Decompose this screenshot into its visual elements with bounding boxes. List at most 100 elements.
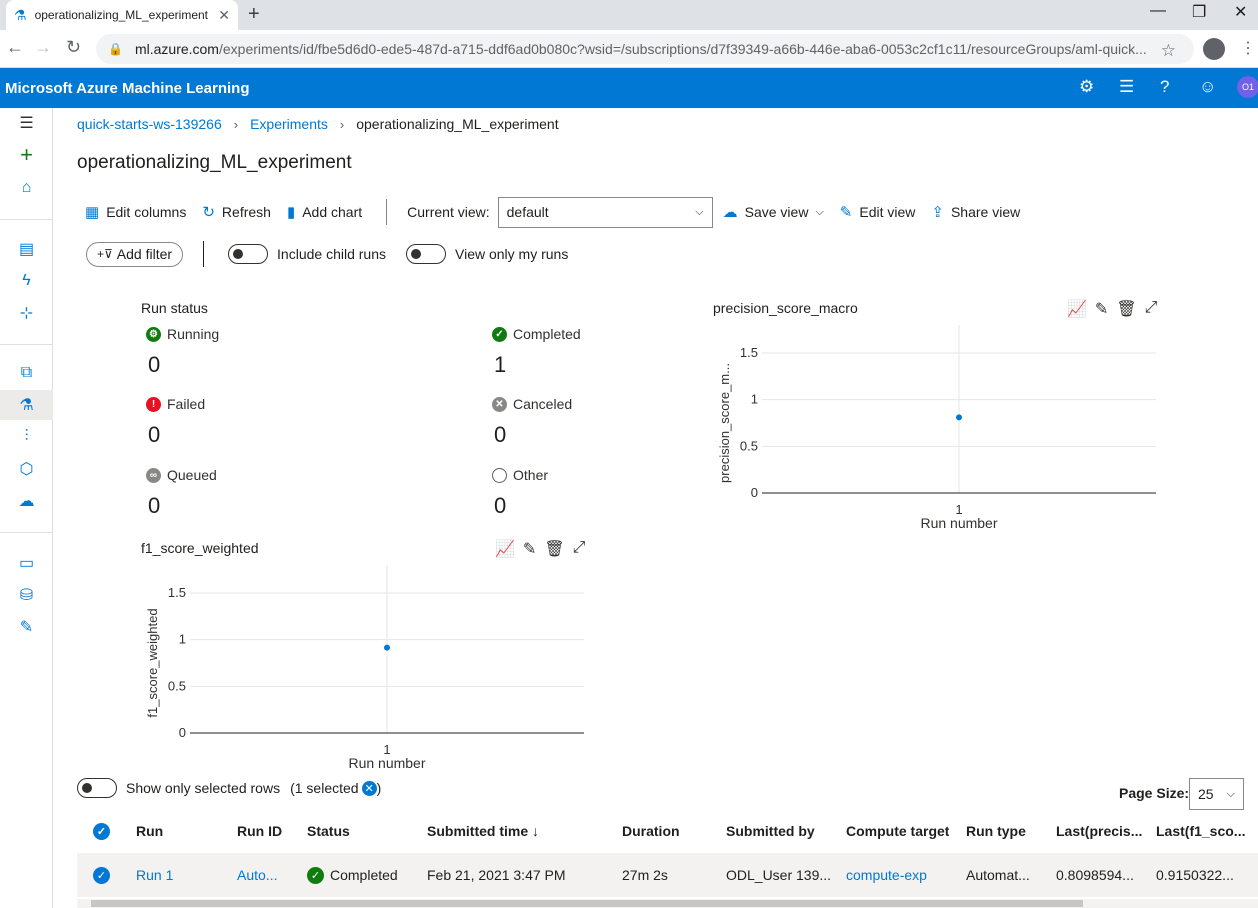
breadcrumb-workspace[interactable]: quick-starts-ws-139266 bbox=[77, 116, 222, 132]
azure-ml-flask-icon: ⚗ bbox=[14, 6, 27, 23]
minimize-button[interactable]: — bbox=[1150, 2, 1166, 20]
line-chart-icon[interactable]: 📈 bbox=[1067, 299, 1087, 319]
browser-tab[interactable]: ⚗ operationalizing_ML_experiment ✕ bbox=[6, 0, 238, 30]
column-header[interactable]: Last(f1_sco... bbox=[1156, 815, 1245, 847]
status-failed: ! Failed bbox=[146, 396, 205, 412]
datasets-icon[interactable]: ⧉ bbox=[0, 358, 53, 388]
create-new-plus-icon[interactable]: + bbox=[0, 140, 53, 170]
add-filter-button[interactable]: +⊽ Add filter bbox=[86, 241, 184, 267]
toolbar-divider bbox=[386, 199, 388, 225]
app-header: Microsoft Azure Machine Learning bbox=[0, 68, 1258, 108]
page-size-dropdown[interactable]: 25 ⌵ bbox=[1189, 778, 1244, 810]
url-domain: ml.azure.com bbox=[134, 41, 219, 57]
tab-title: operationalizing_ML_experiment bbox=[34, 8, 208, 22]
notebooks-icon[interactable]: ▤ bbox=[0, 234, 53, 264]
row-checkbox[interactable]: ✓ bbox=[93, 853, 110, 897]
current-view-dropdown[interactable]: default ⌵ bbox=[497, 196, 713, 228]
close-tab-icon[interactable]: ✕ bbox=[218, 7, 230, 24]
edit-chart-pencil-icon[interactable]: ✎ bbox=[523, 539, 536, 559]
help-icon[interactable]: ? bbox=[1160, 77, 1169, 97]
forward-icon[interactable]: → bbox=[34, 37, 52, 58]
y-tick-label: 0 bbox=[751, 485, 758, 500]
automated-ml-icon[interactable]: ϟ bbox=[0, 266, 53, 296]
horizontal-scrollbar[interactable] bbox=[77, 899, 1258, 908]
table-row[interactable]: ✓ Run 1 Auto... ✓ Completed Feb 21, 2021… bbox=[77, 853, 1258, 897]
new-tab-button[interactable]: + bbox=[248, 3, 260, 26]
hamburger-menu-icon[interactable]: ☰ bbox=[0, 108, 53, 138]
edit-view-button[interactable]: ✎ Edit view bbox=[840, 203, 916, 221]
share-view-label: Share view bbox=[950, 204, 1021, 220]
window-close-button[interactable]: ✕ bbox=[1234, 2, 1247, 22]
column-header[interactable]: Run ID bbox=[237, 815, 282, 847]
status-other: Other bbox=[492, 467, 548, 483]
chart-title: precision_score_macro bbox=[713, 300, 858, 316]
error-icon: ! bbox=[146, 396, 161, 412]
browser-profile-icon[interactable] bbox=[1203, 38, 1225, 60]
queued-icon: ∞ bbox=[146, 467, 161, 483]
clear-selection-icon[interactable]: ✕ bbox=[361, 780, 377, 796]
back-icon[interactable]: ← bbox=[6, 37, 24, 58]
add-chart-button[interactable]: ▮ Add chart bbox=[287, 203, 362, 221]
edit-chart-pencil-icon[interactable]: ✎ bbox=[1095, 299, 1108, 319]
experiments-flask-icon[interactable]: ⚗ bbox=[0, 390, 53, 420]
show-only-selected-toggle[interactable] bbox=[77, 778, 117, 798]
share-view-button[interactable]: ⇪ Share view bbox=[931, 203, 1020, 221]
notifications-icon[interactable]: ☰ bbox=[1119, 77, 1134, 97]
add-chart-label: Add chart bbox=[302, 204, 363, 220]
endpoints-cloud-icon[interactable]: ☁ bbox=[0, 486, 53, 516]
compute-monitor-icon[interactable]: ▭ bbox=[0, 548, 53, 578]
settings-gear-icon[interactable]: ⚙ bbox=[1079, 77, 1094, 97]
edit-columns-button[interactable]: ▦ Edit columns bbox=[85, 203, 186, 221]
bookmark-star-icon[interactable]: ☆ bbox=[1161, 41, 1176, 61]
expand-icon[interactable]: ⤢ bbox=[1145, 299, 1158, 319]
expand-icon[interactable]: ⤢ bbox=[573, 539, 586, 559]
column-header[interactable]: Last(precis... bbox=[1056, 815, 1142, 847]
precision-chart: 00.511.51Run numberprecision_score_m... bbox=[717, 325, 1156, 531]
other-circle-icon bbox=[492, 467, 507, 483]
y-tick-label: 0 bbox=[179, 725, 186, 740]
column-header[interactable]: Run bbox=[136, 815, 163, 847]
avatar[interactable]: O1 bbox=[1237, 76, 1258, 98]
models-cube-icon[interactable]: ⬡ bbox=[0, 454, 53, 484]
run-status-text: Completed bbox=[330, 867, 398, 883]
view-only-my-runs-label: View only my runs bbox=[455, 246, 569, 262]
home-icon[interactable]: ⌂ bbox=[0, 173, 53, 203]
run-name-link[interactable]: Run 1 bbox=[136, 853, 173, 897]
delete-trash-icon[interactable]: 🗑 bbox=[544, 539, 564, 559]
compute-target-link[interactable]: compute-exp bbox=[846, 853, 927, 897]
x-axis-label: Run number bbox=[920, 515, 997, 531]
refresh-button[interactable]: ↻ Refresh bbox=[202, 203, 271, 221]
refresh-label: Refresh bbox=[221, 204, 271, 220]
select-all-checkbox[interactable]: ✓ bbox=[93, 815, 110, 847]
maximize-button[interactable]: ❐ bbox=[1192, 2, 1206, 22]
datastores-icon[interactable]: ⛁ bbox=[0, 580, 53, 610]
duration: 27m 2s bbox=[622, 867, 668, 883]
filter-row: +⊽ Add filter Include child runs View on… bbox=[86, 241, 568, 267]
breadcrumb: quick-starts-ws-139266 › Experiments › o… bbox=[77, 116, 559, 132]
column-header[interactable]: Submitted by bbox=[726, 815, 815, 847]
delete-trash-icon[interactable]: 🗑 bbox=[1116, 299, 1136, 319]
feedback-smiley-icon[interactable]: ☺ bbox=[1199, 77, 1216, 97]
column-header[interactable]: Compute target bbox=[846, 815, 949, 847]
url-field[interactable]: 🔒 ml.azure.com /experiments/id/fbe5d6d0-… bbox=[96, 34, 1194, 64]
column-header[interactable]: Duration bbox=[622, 815, 680, 847]
breadcrumb-experiments[interactable]: Experiments bbox=[250, 116, 328, 132]
column-header[interactable]: Submitted time ↓ bbox=[427, 815, 539, 847]
status-running: ⚙ Running bbox=[146, 326, 219, 342]
run-id-link[interactable]: Auto... bbox=[237, 853, 277, 897]
data-labeling-icon[interactable]: ✎ bbox=[0, 612, 53, 642]
column-header[interactable]: Status bbox=[307, 815, 350, 847]
reload-icon[interactable]: ↻ bbox=[66, 37, 81, 58]
include-child-runs-toggle[interactable] bbox=[228, 244, 269, 264]
line-chart-icon[interactable]: 📈 bbox=[495, 539, 515, 559]
browser-menu-icon[interactable]: ⋮ bbox=[1240, 38, 1256, 58]
designer-icon[interactable]: ⊹ bbox=[0, 298, 53, 328]
app-brand[interactable]: Microsoft Azure Machine Learning bbox=[5, 80, 249, 97]
y-tick-label: 1 bbox=[179, 632, 186, 647]
view-only-my-runs-toggle[interactable] bbox=[406, 244, 446, 264]
pipelines-icon[interactable]: ⫶ bbox=[0, 422, 53, 452]
filter-add-icon: +⊽ bbox=[97, 247, 113, 261]
save-view-button[interactable]: ☁ Save view ⌵ bbox=[723, 203, 824, 221]
column-header[interactable]: Run type bbox=[966, 815, 1026, 847]
chevron-right-icon: › bbox=[339, 116, 345, 132]
